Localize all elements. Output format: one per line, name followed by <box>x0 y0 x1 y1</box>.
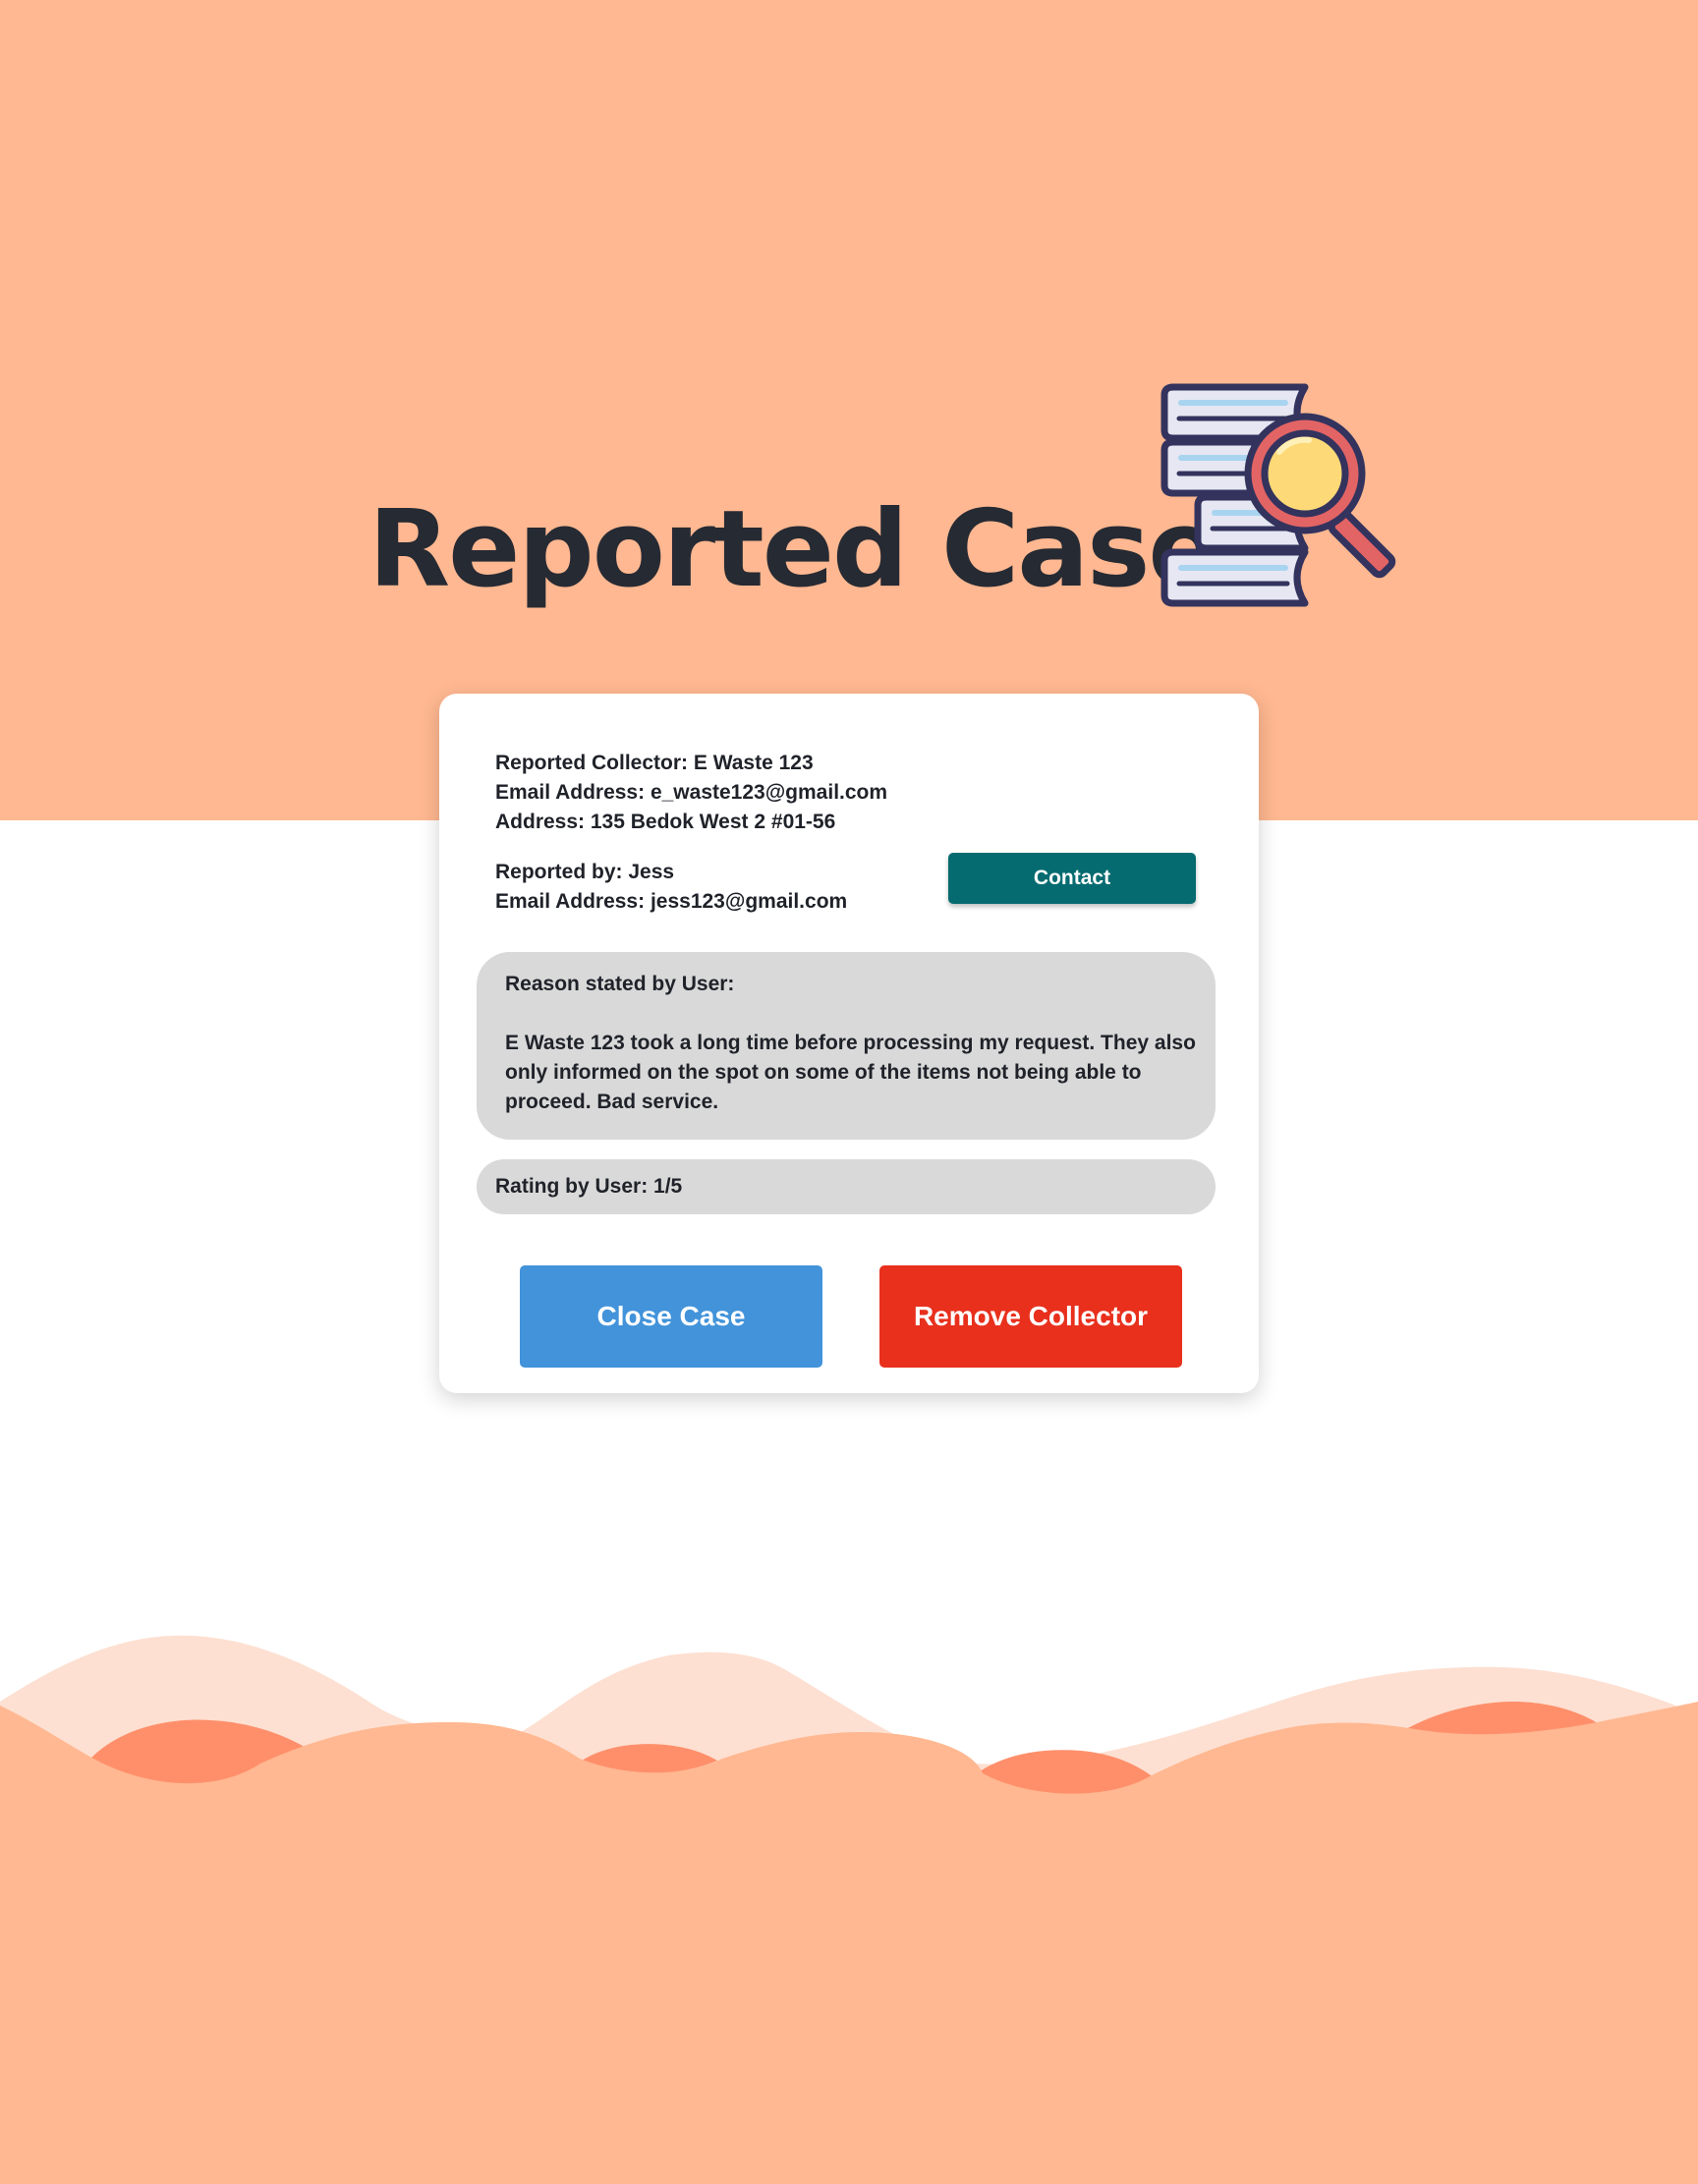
page-title: Reported Case <box>368 488 1220 611</box>
books-magnifier-icon <box>1160 383 1396 607</box>
case-details-card: Reported Collector: E Waste 123 Email Ad… <box>439 694 1259 1393</box>
collector-email-label: Email Address: e_waste123@gmail.com <box>495 781 888 804</box>
close-case-button[interactable]: Close Case <box>520 1265 822 1368</box>
reporter-email-label: Email Address: jess123@gmail.com <box>495 890 848 913</box>
collector-address-label: Address: 135 Bedok West 2 #01-56 <box>495 811 836 833</box>
reason-panel: Reason stated by User: E Waste 123 took … <box>477 952 1216 1140</box>
rating-panel: Rating by User: 1/5 <box>477 1159 1216 1214</box>
decorative-waves <box>0 1635 1698 2184</box>
wave-main-layer <box>0 1702 1698 2184</box>
remove-collector-button[interactable]: Remove Collector <box>879 1265 1182 1368</box>
reported-by-label: Reported by: Jess <box>495 861 675 883</box>
reason-heading: Reason stated by User: <box>505 973 735 995</box>
reported-collector-label: Reported Collector: E Waste 123 <box>495 752 814 774</box>
contact-button[interactable]: Contact <box>948 853 1196 904</box>
reason-text: E Waste 123 took a long time before proc… <box>505 1032 1196 1113</box>
